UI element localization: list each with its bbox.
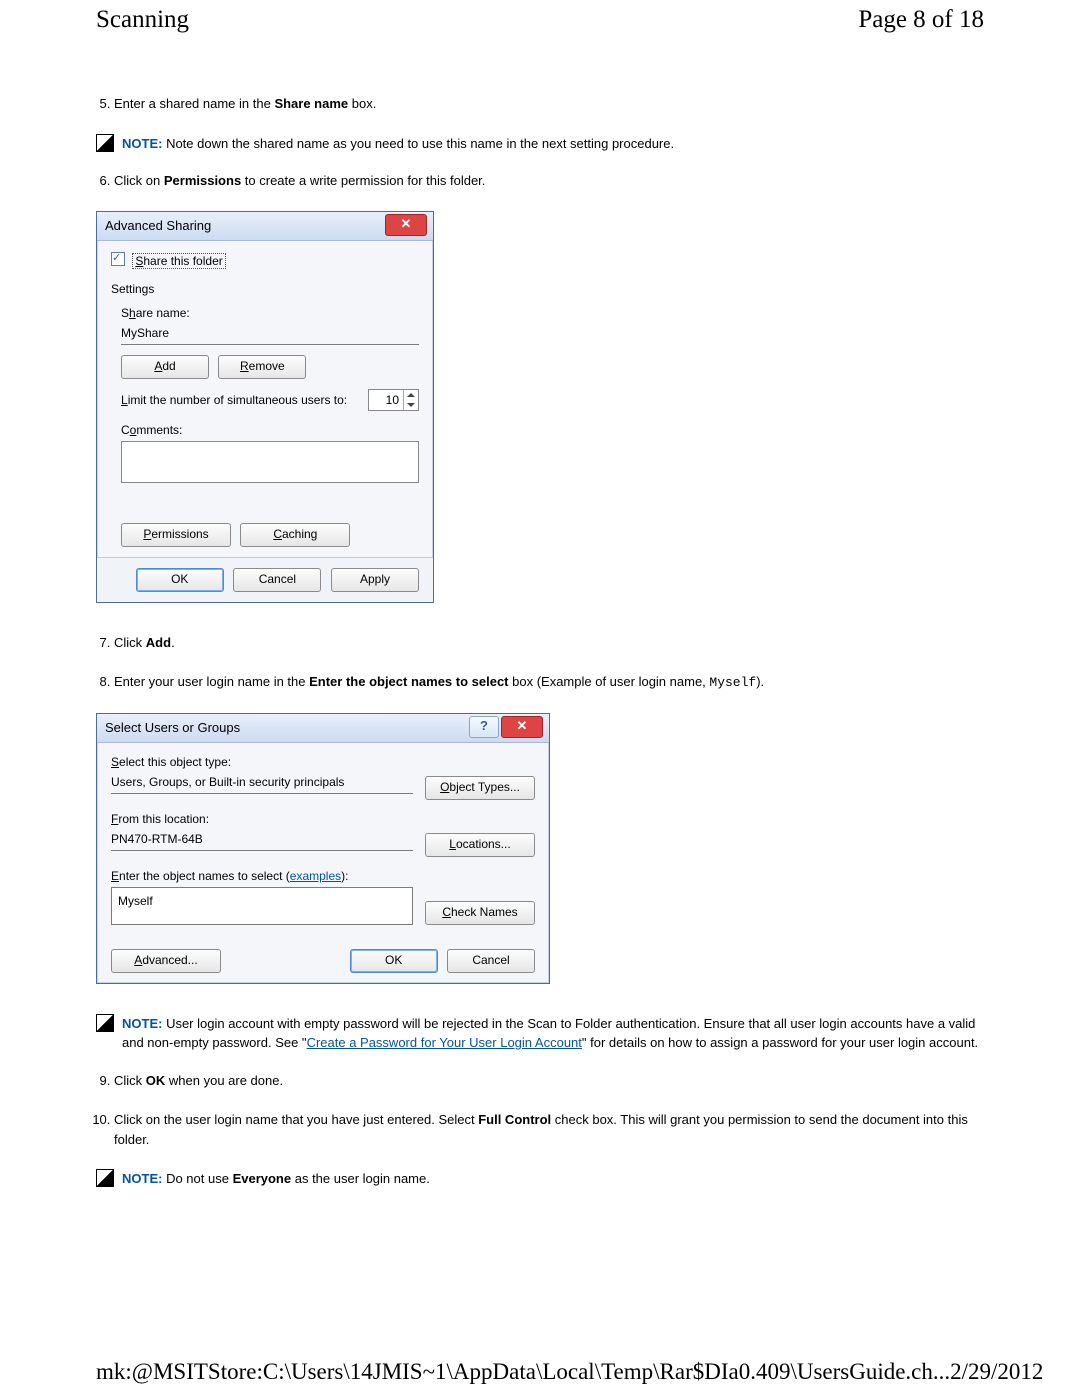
footer-path: mk:@MSITStore:C:\Users\14JMIS~1\AppData\… bbox=[96, 1359, 950, 1385]
note-3: NOTE: Do not use Everyone as the user lo… bbox=[96, 1169, 984, 1189]
share-name-label: Share name:Share name: bbox=[121, 304, 419, 322]
step-5: Enter a shared name in the Share name bo… bbox=[114, 94, 984, 114]
create-password-link[interactable]: Create a Password for Your User Login Ac… bbox=[307, 1035, 582, 1050]
close-icon[interactable]: ✕ bbox=[385, 214, 427, 236]
step-7: Click Add. bbox=[114, 633, 984, 653]
remove-button[interactable]: RemoveRemove bbox=[218, 355, 306, 379]
step-10: Click on the user login name that you ha… bbox=[114, 1110, 984, 1149]
advanced-button[interactable]: Advanced...Advanced... bbox=[111, 949, 221, 973]
add-button[interactable]: AddAdd bbox=[121, 355, 209, 379]
share-folder-label: SShare this folderhare this folder bbox=[132, 253, 225, 269]
location-label: From this location:From this location: bbox=[111, 810, 413, 828]
close-icon[interactable]: ✕ bbox=[501, 716, 543, 738]
advanced-sharing-dialog: Advanced Sharing ✕ SShare this folderhar… bbox=[96, 211, 434, 603]
select-users-dialog: Select Users or Groups ? ✕ Select this o… bbox=[96, 713, 550, 984]
page-indicator: Page 8 of 18 bbox=[858, 6, 984, 34]
comments-label: Comments:Comments: bbox=[121, 421, 419, 439]
limit-users-label: Limit the number of simultaneous users t… bbox=[121, 391, 368, 409]
apply-button[interactable]: Apply bbox=[331, 568, 419, 592]
ok-button[interactable]: OK bbox=[350, 949, 438, 973]
object-type-label: Select this object type:Select this obje… bbox=[111, 753, 413, 771]
step-6: Click on Permissions to create a write p… bbox=[114, 171, 984, 191]
help-icon[interactable]: ? bbox=[469, 716, 499, 738]
dialog-title: Advanced Sharing bbox=[97, 212, 433, 241]
footer-date: 2/29/2012 bbox=[950, 1359, 1043, 1385]
note-2: NOTE: User login account with empty pass… bbox=[96, 1014, 984, 1053]
cancel-button[interactable]: Cancel bbox=[447, 949, 535, 973]
cancel-button[interactable]: Cancel bbox=[233, 568, 321, 592]
caching-button[interactable]: CachingCaching bbox=[240, 523, 350, 547]
check-names-button[interactable]: Check NamesCheck Names bbox=[425, 901, 535, 925]
locations-button[interactable]: Locations...Locations... bbox=[425, 833, 535, 857]
note-icon bbox=[96, 1014, 114, 1032]
object-names-input[interactable]: Myself bbox=[111, 887, 413, 925]
limit-users-stepper[interactable]: 10 bbox=[368, 389, 419, 411]
comments-input[interactable] bbox=[121, 441, 419, 483]
note-icon bbox=[96, 134, 114, 152]
note-1: NOTE: Note down the shared name as you n… bbox=[96, 134, 984, 154]
settings-group-label: Settings bbox=[111, 280, 419, 298]
page-title: Scanning bbox=[96, 6, 189, 34]
step-8: Enter your user login name in the Enter … bbox=[114, 672, 984, 693]
ok-button[interactable]: OK bbox=[136, 568, 224, 592]
examples-link[interactable]: examples bbox=[290, 869, 341, 883]
permissions-button[interactable]: PermissionsPermissions bbox=[121, 523, 231, 547]
note-icon bbox=[96, 1169, 114, 1187]
step-9: Click OK when you are done. bbox=[114, 1071, 984, 1091]
location-value: PN470-RTM-64B bbox=[111, 828, 413, 851]
object-names-label: Enter the object names to select (exampl… bbox=[111, 867, 413, 885]
share-name-input[interactable]: MyShare bbox=[121, 322, 419, 345]
object-type-value: Users, Groups, or Built-in security prin… bbox=[111, 771, 413, 794]
object-types-button[interactable]: Object Types...Object Types... bbox=[425, 776, 535, 800]
share-folder-checkbox[interactable] bbox=[111, 252, 125, 266]
